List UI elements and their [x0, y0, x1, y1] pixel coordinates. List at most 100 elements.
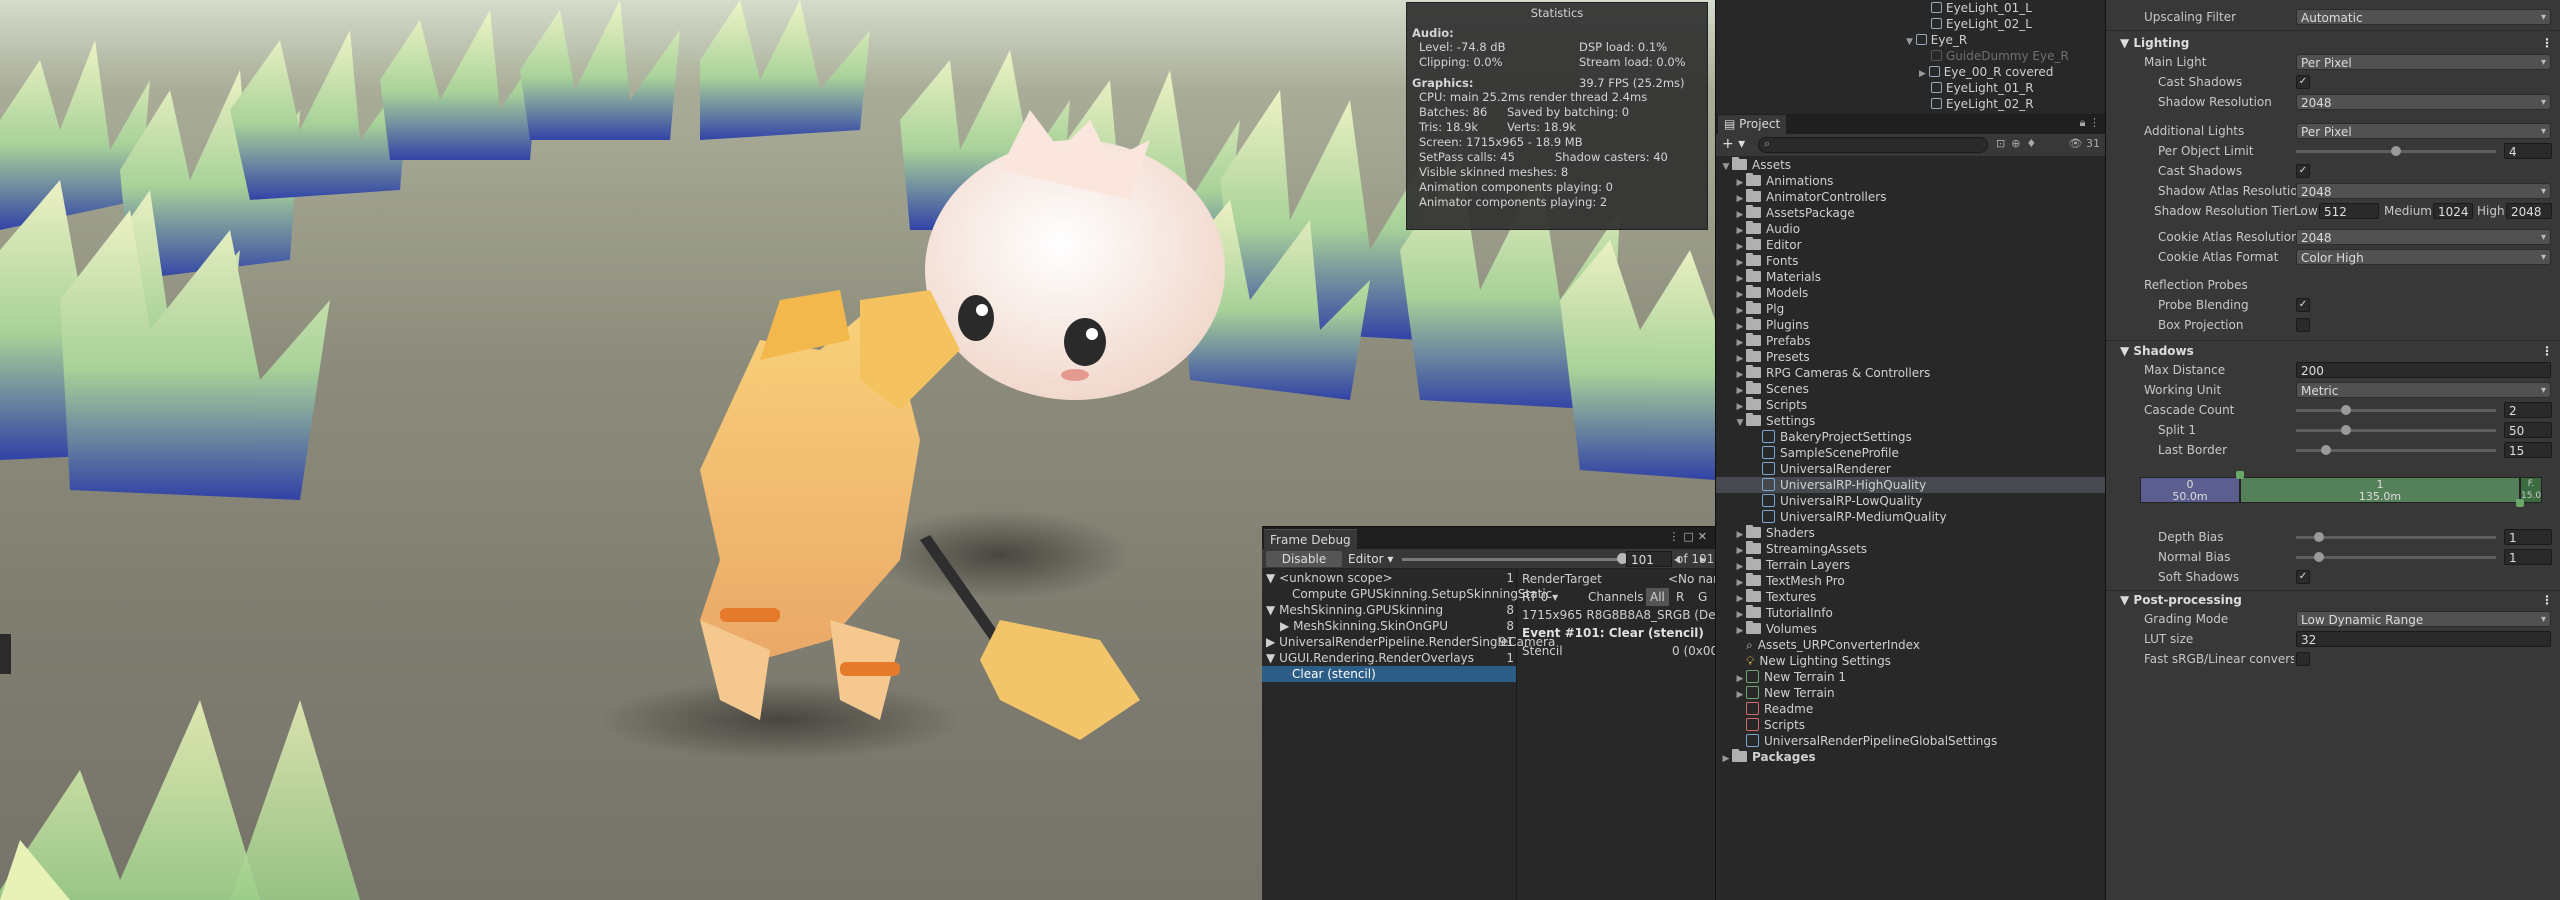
tier-high-field[interactable]: 2048 — [2506, 203, 2552, 219]
folder-item[interactable]: ▶ Models — [1716, 285, 2106, 301]
frame-debug-tab[interactable]: Frame Debug — [1264, 529, 1357, 549]
cascade-0[interactable]: 0 50.0m — [2140, 477, 2240, 503]
folder-item[interactable]: ▶ StreamingAssets — [1716, 541, 2106, 557]
max-distance-field[interactable]: 200 — [2296, 362, 2551, 378]
folder-item[interactable]: ▶ TextMesh Pro — [1716, 573, 2106, 589]
channel-r-button[interactable]: R — [1676, 588, 1684, 606]
previous-event-icon[interactable]: ◂ — [1674, 551, 1680, 567]
folder-item[interactable]: ▶ Scripts — [1716, 397, 2106, 413]
split-1-field[interactable]: 50 — [2504, 422, 2552, 438]
hidden-packages-count[interactable]: 👁︎ 31 — [2069, 137, 2100, 150]
maximize-icon[interactable]: □ — [1683, 530, 1697, 543]
cookie-atlas-format-dropdown[interactable]: Color High — [2296, 249, 2551, 266]
tier-low-field[interactable]: 512 — [2319, 203, 2379, 219]
kebab-menu-icon[interactable]: ⋮ — [2541, 342, 2553, 360]
tree-item-compute[interactable]: Compute GPUSkinning.SetupSkinningStatic — [1262, 586, 1552, 602]
shadow-resolution-dropdown[interactable]: 2048 — [2296, 94, 2551, 111]
folder-item[interactable]: ▶ Terrain Layers — [1716, 557, 2106, 573]
folder-item[interactable]: ▶ Editor — [1716, 237, 2106, 253]
folder-item[interactable]: ▶ Plugins — [1716, 317, 2106, 333]
folder-item[interactable]: ▶ Presets — [1716, 349, 2106, 365]
folder-item[interactable]: ▶ Fonts — [1716, 253, 2106, 269]
editor-dropdown[interactable]: Editor ▾ — [1348, 551, 1393, 567]
per-object-limit-field[interactable]: 4 — [2504, 143, 2552, 159]
depth-bias-slider[interactable] — [2296, 536, 2496, 539]
tree-arrow-icon[interactable]: ▼ — [1266, 603, 1275, 617]
folder-item[interactable]: ▶ Scenes — [1716, 381, 2106, 397]
cast-shadows-checkbox-2[interactable]: ✓ — [2296, 164, 2310, 178]
asset-item-selected[interactable]: UniversalRP-HighQuality — [1716, 477, 2106, 493]
cascade-count-field[interactable]: 2 — [2504, 402, 2552, 418]
hierarchy-item[interactable]: GuideDummy Eye_R — [1931, 48, 2069, 64]
cascade-split-handle[interactable] — [2236, 471, 2244, 479]
kebab-menu-icon[interactable]: ⋮ — [2541, 34, 2553, 52]
probe-blending-checkbox[interactable]: ✓ — [2296, 298, 2310, 312]
rt-dropdown[interactable]: RT 0 ▾ — [1522, 590, 1558, 604]
asset-item[interactable]: UniversalRenderer — [1716, 461, 2106, 477]
folder-packages[interactable]: ▶ Packages — [1716, 749, 2106, 765]
cast-shadows-checkbox[interactable]: ✓ — [2296, 75, 2310, 89]
tree-item-gpu-skinning[interactable]: ▼ MeshSkinning.GPUSkinning 8 — [1262, 602, 1516, 618]
shadow-atlas-resolution-dropdown[interactable]: 2048 — [2296, 183, 2551, 200]
last-border-field[interactable]: 15 — [2504, 442, 2552, 458]
lut-size-field[interactable]: 32 — [2296, 631, 2551, 647]
soft-shadows-checkbox[interactable]: ✓ — [2296, 570, 2310, 584]
folder-item[interactable]: ▶ Plg — [1716, 301, 2106, 317]
folder-item[interactable]: ▶ AssetsPackage — [1716, 205, 2106, 221]
working-unit-dropdown[interactable]: Metric — [2296, 382, 2551, 399]
cascade-count-slider[interactable] — [2296, 409, 2496, 412]
event-slider-track[interactable] — [1402, 558, 1622, 561]
scene-view[interactable]: Statistics Audio: Level: -74.8 dB DSP loa… — [0, 0, 1715, 900]
hierarchy-item[interactable]: EyeLight_01_R — [1931, 80, 2034, 96]
asset-item[interactable]: Scripts — [1716, 717, 2106, 733]
folder-item[interactable]: ▶ Animations — [1716, 173, 2106, 189]
kebab-menu-icon[interactable]: ⋮ — [1668, 530, 1683, 543]
project-tab[interactable]: ▤ Project — [1718, 115, 1787, 134]
normal-bias-field[interactable]: 1 — [2504, 549, 2552, 565]
shadows-section-header[interactable]: ▼ Shadows ⋮ — [2106, 342, 2560, 360]
kebab-menu-icon[interactable]: ⋮ — [2541, 591, 2553, 609]
asset-item[interactable]: UniversalRP-MediumQuality — [1716, 509, 2106, 525]
last-border-handle[interactable] — [2516, 499, 2524, 507]
asset-item[interactable]: SampleSceneProfile — [1716, 445, 2106, 461]
hierarchy-item[interactable]: ▶ Eye_00_R covered — [1919, 64, 2053, 80]
post-processing-section-header[interactable]: ▼ Post-processing ⋮ — [2106, 591, 2560, 609]
tier-medium-field[interactable]: 1024 — [2433, 203, 2473, 219]
folder-item[interactable]: ▶ Textures — [1716, 589, 2106, 605]
additional-lights-dropdown[interactable]: Per Pixel — [2296, 123, 2551, 140]
scene-overlay-handle[interactable] — [0, 634, 11, 674]
folder-item[interactable]: ▶ Materials — [1716, 269, 2106, 285]
asset-item[interactable]: ▶ New Terrain 1 — [1716, 669, 2106, 685]
hierarchy-item[interactable]: EyeLight_02_R — [1931, 96, 2034, 112]
folder-item[interactable]: ▶ RPG Cameras & Controllers — [1716, 365, 2106, 381]
folder-item[interactable]: ▶ Audio — [1716, 221, 2106, 237]
hierarchy-item[interactable]: EyeLight_01_L — [1931, 0, 2032, 16]
folder-settings[interactable]: ▼ Settings — [1716, 413, 2106, 429]
hierarchy-item[interactable]: EyeLight_02_L — [1931, 16, 2032, 32]
tree-arrow-icon[interactable]: ▶ — [1266, 635, 1275, 649]
folder-item[interactable]: ▶ Volumes — [1716, 621, 2106, 637]
tree-item-render-single-camera[interactable]: ▶ UniversalRenderPipeline.RenderSingleCa… — [1262, 634, 1555, 650]
channel-all-button[interactable]: All — [1646, 588, 1669, 606]
cascade-1[interactable]: 1 135.0m — [2240, 477, 2520, 503]
grading-mode-dropdown[interactable]: Low Dynamic Range — [2296, 611, 2551, 628]
tree-arrow-icon[interactable]: ▼ — [1266, 571, 1275, 585]
cascade-count-knob[interactable] — [2341, 405, 2351, 415]
cookie-atlas-resolution-dropdown[interactable]: 2048 — [2296, 229, 2551, 246]
folder-item[interactable]: ▶ TutorialInfo — [1716, 605, 2106, 621]
lock-icon[interactable]: 🔒︎ ⋮ — [2080, 116, 2100, 130]
create-plus-button[interactable]: + ▾ — [1722, 136, 1745, 152]
asset-item[interactable]: BakeryProjectSettings — [1716, 429, 2106, 445]
hierarchy-item[interactable]: ▼ Eye_R — [1906, 32, 1967, 48]
folder-item[interactable]: ▶ Prefabs — [1716, 333, 2106, 349]
asset-item[interactable]: ⌕ Assets_URPConverterIndex — [1716, 637, 2106, 653]
tree-item-unknown-scope[interactable]: ▼ <unknown scope> 1 — [1262, 570, 1516, 586]
split-1-knob[interactable] — [2341, 425, 2351, 435]
tree-item-render-overlays[interactable]: ▼ UGUI.Rendering.RenderOverlays 1 — [1262, 650, 1516, 666]
asset-item[interactable]: 💡︎ New Lighting Settings — [1716, 653, 2106, 669]
fast-srgb-checkbox[interactable] — [2296, 652, 2310, 666]
normal-bias-slider[interactable] — [2296, 556, 2496, 559]
folder-assets[interactable]: ▼ Assets — [1716, 157, 2106, 173]
project-search-input[interactable]: ⌕ — [1758, 137, 1988, 153]
filter-icons[interactable]: ⊡⊕♦ — [1996, 137, 2042, 150]
